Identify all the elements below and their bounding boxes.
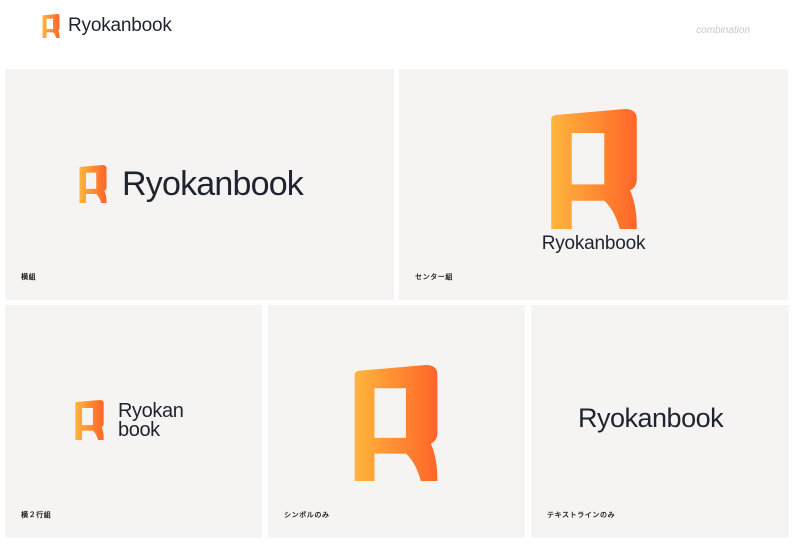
panel-text-only: Ryokanbook テキストラインのみ [531, 305, 789, 538]
section-tag: combination [696, 25, 750, 36]
panel-two-line-lockup: Ryokan book 横２行組 [5, 305, 262, 538]
panel-horizontal-lockup: Ryokanbook 横組 [5, 69, 394, 300]
stacked-wordmark-line-2: book [118, 418, 160, 441]
panel-label: シンボルのみ [284, 511, 330, 519]
text-only-wordmark: Ryokanbook [578, 403, 724, 433]
center-logo-lockup: Ryokanbook [399, 109, 788, 253]
page-header: Ryokanbook combination [0, 0, 794, 60]
panel-label: 横２行組 [21, 511, 52, 519]
ryokanbook-logo-icon [354, 365, 438, 481]
stacked-wordmark: Ryokan book [118, 399, 184, 441]
logo-wordmark: Ryokanbook [541, 233, 646, 254]
ryokanbook-logo-icon [42, 14, 60, 38]
panel-label: センター組 [415, 273, 453, 281]
stacked-wordmark-line-1: Ryokan [118, 399, 184, 422]
ryokanbook-logo-icon [75, 400, 104, 440]
panel-center-lockup: Ryokanbook センター組 [399, 69, 788, 300]
panel-symbol-only: シンボルのみ [268, 305, 525, 538]
panel-label: 横組 [21, 273, 37, 281]
brand-home-link[interactable]: Ryokanbook [42, 14, 172, 38]
symbol-only-logo [354, 365, 438, 481]
ryokanbook-logo-icon [79, 165, 107, 203]
logo-wordmark: Ryokanbook [122, 165, 304, 203]
two-line-logo-lockup: Ryokan book [75, 399, 184, 441]
brand-name: Ryokanbook [68, 15, 172, 36]
ryokanbook-logo-icon [551, 109, 637, 229]
panel-label: テキストラインのみ [547, 511, 616, 519]
horizontal-logo-lockup: Ryokanbook [79, 165, 304, 203]
